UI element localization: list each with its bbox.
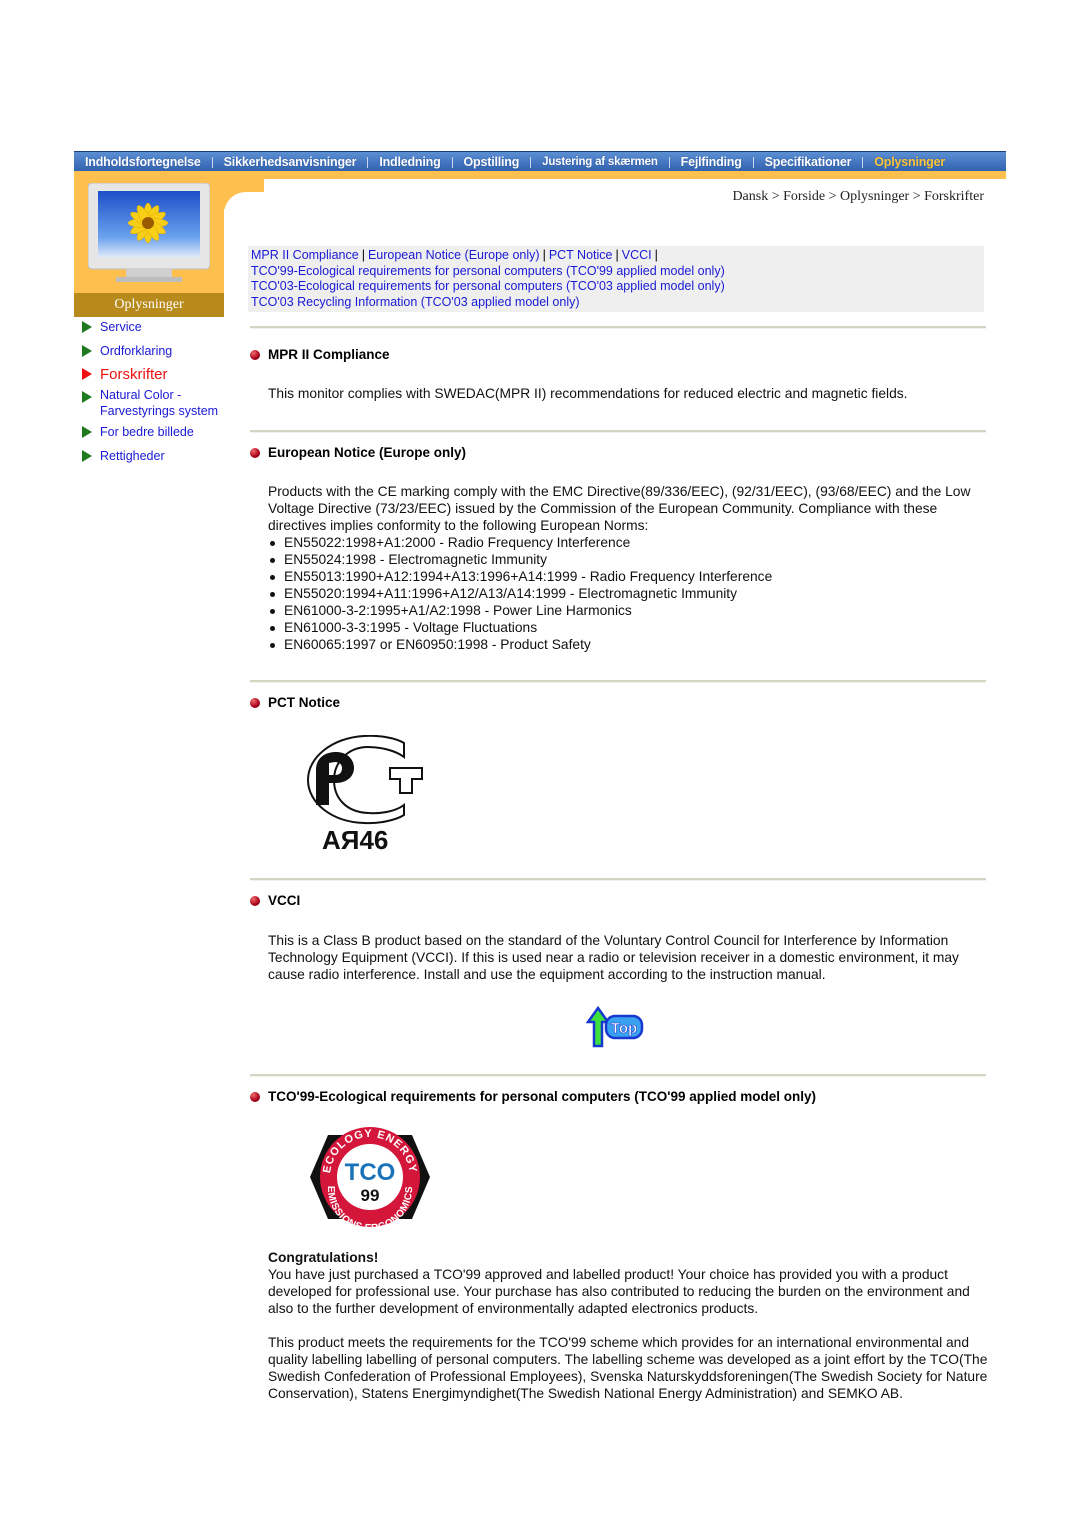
european-content: Products with the CE marking comply with… bbox=[268, 483, 988, 653]
sidebar-item-label[interactable]: Service bbox=[100, 320, 142, 336]
section-heading-european: European Notice (Europe only) bbox=[250, 445, 466, 460]
norm-item: EN61000-3-3:1995 - Voltage Fluctuations bbox=[268, 619, 988, 636]
tco99-logo: ECOLOGY ENERGY EMISSIONS ERGONOMICS TCO … bbox=[310, 1127, 430, 1229]
tco99-scheme-text: This product meets the requirements for … bbox=[268, 1335, 988, 1401]
nav-item-oplysninger[interactable]: Oplysninger bbox=[863, 155, 956, 169]
link-tco03-recycling[interactable]: TCO'03 Recycling Information (TCO'03 app… bbox=[251, 295, 580, 309]
link-separator: | bbox=[654, 248, 658, 262]
norm-item: EN60065:1997 or EN60950:1998 - Product S… bbox=[268, 636, 988, 653]
link-separator: | bbox=[542, 248, 546, 262]
sidebar-item-forskrifter[interactable]: Forskrifter bbox=[82, 366, 222, 383]
triangle-arrow-icon bbox=[82, 391, 92, 403]
triangle-arrow-icon bbox=[82, 449, 92, 462]
back-to-top-button[interactable]: Top bbox=[586, 1004, 644, 1048]
norms-list: EN55022:1998+A1:2000 - Radio Frequency I… bbox=[268, 534, 988, 653]
section-heading-mpr: MPR II Compliance bbox=[250, 347, 390, 362]
monitor-illustration bbox=[88, 183, 210, 282]
nav-item-indledning[interactable]: Indledning bbox=[368, 155, 451, 169]
top-label: Top bbox=[611, 1020, 637, 1037]
content-corner bbox=[224, 192, 284, 232]
section-heading-vcci: VCCI bbox=[250, 893, 300, 908]
triangle-arrow-icon bbox=[82, 426, 92, 438]
red-bullet-icon bbox=[250, 349, 260, 360]
divider bbox=[250, 680, 986, 683]
pct-certification-logo: AЯ46 bbox=[306, 735, 423, 855]
norm-item: EN61000-3-2:1995+A1/A2:1998 - Power Line… bbox=[268, 602, 988, 619]
section-heading-pct: PCT Notice bbox=[250, 695, 340, 710]
sidebar-item-label[interactable]: Forskrifter bbox=[100, 366, 168, 383]
sidebar-item-for-bedre-billede[interactable]: For bedre billede bbox=[82, 425, 222, 441]
congratulations-title: Congratulations! bbox=[268, 1250, 379, 1265]
quick-links-box: MPR II Compliance | European Notice (Europ… bbox=[248, 246, 984, 312]
divider bbox=[250, 326, 986, 329]
link-separator: | bbox=[361, 248, 365, 262]
norm-item: EN55022:1998+A1:2000 - Radio Frequency I… bbox=[268, 534, 988, 551]
header-accent-strip bbox=[74, 171, 1006, 179]
nav-item-specifikationer[interactable]: Specifikationer bbox=[754, 155, 863, 169]
sidebar-item-label[interactable]: For bedre billede bbox=[100, 425, 194, 441]
nav-item-sikkerhedsanvisninger[interactable]: Sikkerhedsanvisninger bbox=[213, 155, 368, 169]
norm-item: EN55024:1998 - Electromagnetic Immunity bbox=[268, 551, 988, 568]
link-tco99[interactable]: TCO'99-Ecological requirements for perso… bbox=[251, 264, 725, 278]
tco-logo-year: 99 bbox=[361, 1186, 380, 1205]
link-pct-notice[interactable]: PCT Notice bbox=[549, 248, 613, 262]
link-vcci[interactable]: VCCI bbox=[622, 248, 652, 262]
nav-item-fejlfinding[interactable]: Fejlfinding bbox=[670, 155, 753, 169]
triangle-arrow-icon bbox=[82, 321, 92, 333]
norm-item: EN55013:1990+A12:1994+A13:1996+A14:1999 … bbox=[268, 568, 988, 585]
norm-item: EN55020:1994+A11:1996+A12/A13/A14:1999 -… bbox=[268, 585, 988, 602]
red-bullet-icon bbox=[250, 1091, 260, 1102]
section-banner-label: Oplysninger bbox=[74, 293, 224, 317]
sidebar-item-rettigheder[interactable]: Rettigheder bbox=[82, 449, 222, 465]
link-separator: | bbox=[615, 248, 619, 262]
divider bbox=[250, 1074, 986, 1077]
section-title: European Notice (Europe only) bbox=[268, 445, 467, 460]
divider bbox=[250, 878, 986, 881]
nav-item-justering[interactable]: Justering af skærmen bbox=[531, 156, 669, 168]
congratulations-text: You have just purchased a TCO'99 approve… bbox=[268, 1267, 970, 1316]
red-bullet-icon bbox=[250, 447, 260, 458]
sidebar-item-label[interactable]: Rettigheder bbox=[100, 449, 165, 465]
sidebar-menu: Service Ordforklaring Forskrifter Natura… bbox=[82, 320, 222, 472]
breadcrumb: Dansk > Forside > Oplysninger > Forskrif… bbox=[732, 189, 984, 204]
sidebar-item-label[interactable]: Natural Color - Farvestyrings system bbox=[100, 388, 222, 419]
link-european-notice[interactable]: European Notice (Europe only) bbox=[368, 248, 540, 262]
red-bullet-icon bbox=[250, 697, 260, 708]
divider bbox=[250, 430, 986, 433]
link-mpr-compliance[interactable]: MPR II Compliance bbox=[251, 248, 359, 262]
sidebar-item-service[interactable]: Service bbox=[82, 320, 222, 336]
nav-item-indholdsfortegnelse[interactable]: Indholdsfortegnelse bbox=[74, 155, 212, 169]
vcci-text: This is a Class B product based on the s… bbox=[268, 933, 959, 982]
nav-item-opstilling[interactable]: Opstilling bbox=[453, 155, 531, 169]
european-text: Products with the CE marking comply with… bbox=[268, 484, 971, 533]
pct-logo-code: AЯ46 bbox=[322, 825, 388, 855]
section-title: MPR II Compliance bbox=[268, 347, 390, 362]
section-title: VCCI bbox=[268, 893, 301, 908]
red-bullet-icon bbox=[250, 895, 260, 906]
triangle-arrow-icon bbox=[82, 344, 92, 357]
tco-logo-brand: TCO bbox=[345, 1159, 396, 1186]
mpr-text: This monitor complies with SWEDAC(MPR II… bbox=[268, 386, 908, 401]
sidebar-item-label[interactable]: Ordforklaring bbox=[100, 344, 172, 360]
section-heading-tco99: TCO'99-Ecological requirements for perso… bbox=[250, 1089, 816, 1104]
section-title: PCT Notice bbox=[268, 695, 341, 710]
link-tco03[interactable]: TCO'03-Ecological requirements for perso… bbox=[251, 279, 725, 293]
triangle-arrow-icon bbox=[82, 368, 92, 380]
section-title: TCO'99-Ecological requirements for perso… bbox=[268, 1089, 817, 1104]
top-navigation-bar: Indholdsfortegnelse Sikkerhedsanvisninge… bbox=[74, 151, 1006, 172]
sidebar-item-natural-color[interactable]: Natural Color - Farvestyrings system bbox=[82, 388, 222, 419]
sidebar-item-ordforklaring[interactable]: Ordforklaring bbox=[82, 344, 222, 360]
